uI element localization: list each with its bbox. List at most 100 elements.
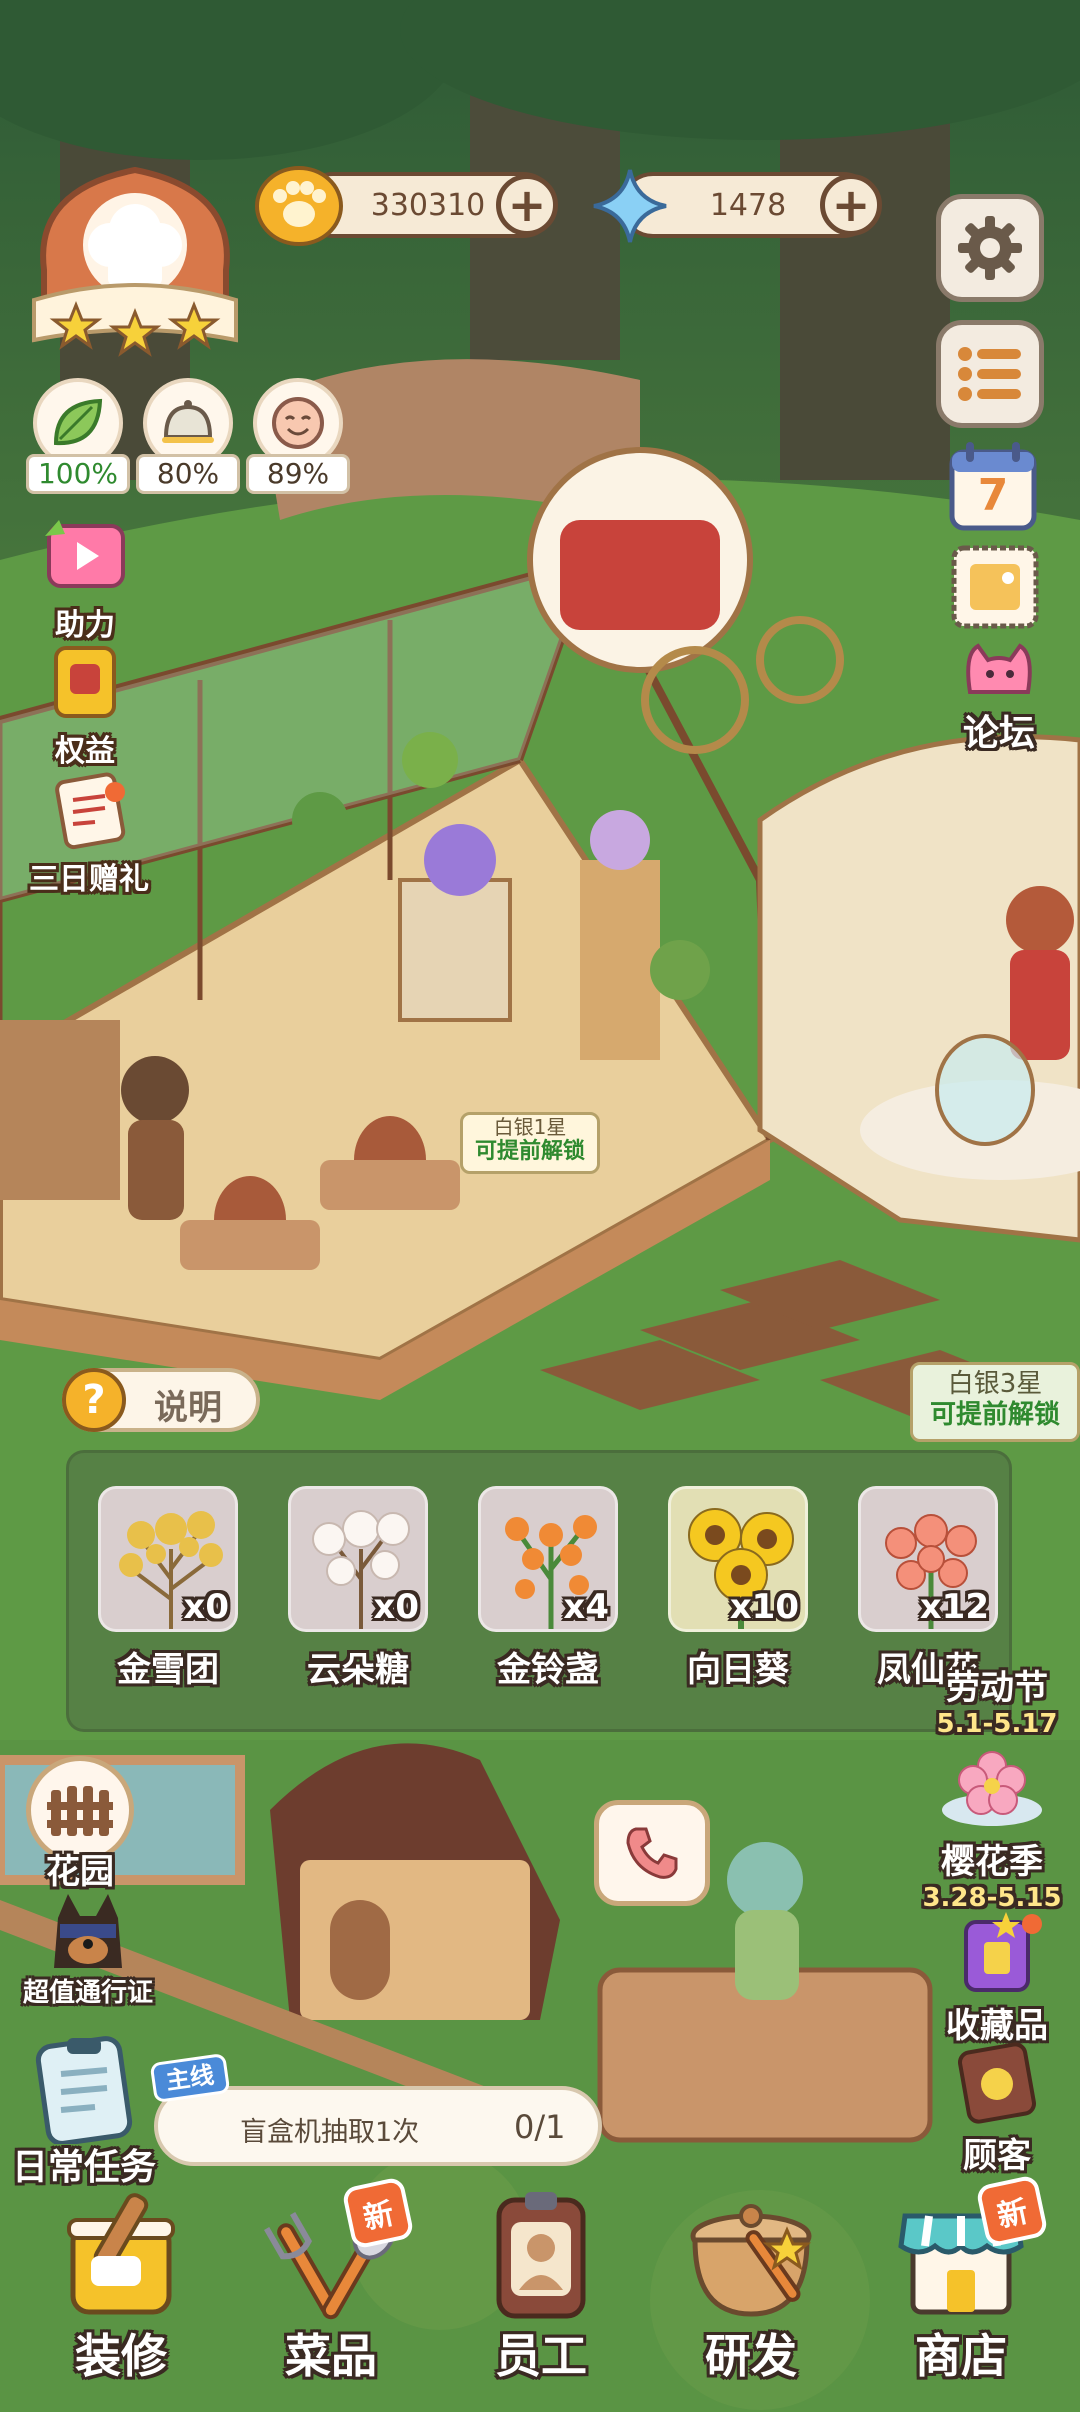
flower-name: 金铃盏 [497,1650,599,1690]
collection-cabinet-icon [964,1912,1042,1992]
unlock-tag-silver-1: 白银1星 可提前解锁 [460,1112,600,1174]
sakura-season-label: 樱花季 [941,1842,1043,1882]
flower-name: 金雪团 [117,1650,219,1690]
add-diamond-button[interactable]: + [820,174,882,236]
unlock-tag-sub: 可提前解锁 [474,1139,585,1164]
nav-decoration[interactable]: 装修 [36,2186,206,2386]
question-icon: ? [62,1368,126,1432]
quest-progress: 0/1 [514,2108,566,2146]
restaurant-level-badge[interactable] [24,150,246,372]
flower-card: x12 [858,1486,998,1632]
flower-card: x0 [288,1486,428,1632]
forum-button[interactable]: 论坛 [934,640,1064,756]
flower-qty: x10 [729,1587,799,1627]
labor-festival-event-button[interactable]: 劳动节 5.1-5.17 [914,1660,1080,1739]
benefits-icon [54,646,116,718]
settings-button[interactable] [936,194,1044,302]
photo-frame-button[interactable] [950,544,1040,630]
unlock-tag-silver-3: 白银3星 可提前解锁 [910,1362,1080,1442]
help-button[interactable]: ? 说明 [62,1368,260,1432]
cleanliness-value: 100% [26,454,130,494]
labor-festival-dates: 5.1-5.17 [936,1709,1058,1739]
flower-item-jinxuetuan[interactable]: x0 金雪团 [98,1486,238,1691]
paw-coin-icon [254,162,344,246]
cooking-pot-icon [681,2186,821,2326]
calendar-day: 7 [977,470,1009,521]
gift-scroll-icon [55,772,126,850]
three-day-gift-label: 三日赠礼 [29,862,149,897]
collection-button[interactable]: 收藏品 [932,1910,1062,2047]
diamond-icon [590,166,670,246]
fork-spoon-icon: 新 [261,2176,415,2326]
paint-bucket-icon [51,2186,191,2326]
value-pass-button[interactable]: 超值通行证 [8,1888,168,2009]
main-quest-bar[interactable]: 盲盒机抽取1次 0/1 [154,2086,602,2166]
new-badge: 新 [341,2176,415,2250]
flower-qty: x0 [183,1587,229,1627]
flower-name: 云朵糖 [307,1650,409,1690]
sakura-icon [942,1751,1042,1826]
help-label: 说明 [154,1388,222,1428]
cat-icon [966,643,1032,694]
list-icon [958,347,1021,401]
forum-label: 论坛 [962,713,1035,754]
storefront-icon: 新 [891,2174,1049,2326]
quest-text: 盲盒机抽取1次 [240,2117,420,2148]
flower-item-yunduotang[interactable]: x0 云朵糖 [288,1486,428,1691]
customers-button[interactable]: 顾客 [932,2040,1062,2177]
assist-label: 助力 [55,608,115,643]
nav-decoration-label: 装修 [75,2329,167,2383]
three-day-gift-button[interactable]: 三日赠礼 [14,770,164,898]
diamond-currency-value: 1478 [709,187,787,223]
photo-frame-icon [951,545,1039,629]
flower-qty: x0 [373,1587,419,1627]
garden-button[interactable]: 花园 [20,1756,140,1893]
benefits-button[interactable]: 权益 [20,642,150,770]
nav-research[interactable]: 研发 [666,2186,836,2386]
customer-book-icon [958,2042,1036,2124]
customers-label: 顾客 [963,2136,1031,2176]
daily-tasks-button[interactable]: 日常任务 [4,2034,164,2190]
satisfaction-value: 89% [246,454,350,494]
flower-card: x4 [478,1486,618,1632]
stat-food: 80% [136,378,240,494]
stat-cleanliness: 100% [26,378,130,494]
flower-item-jinlingzhan[interactable]: x4 金铃盏 [478,1486,618,1691]
nav-dishes[interactable]: 新 菜品 [246,2176,416,2386]
phone-call-button[interactable] [594,1800,710,1906]
unlock-tag-title: 白银1星 [493,1115,567,1139]
daily-tasks-label: 日常任务 [11,2147,156,2188]
clipboard-icon [35,2036,133,2146]
flower-qty: x4 [563,1587,609,1627]
unlock-tag-title: 白银3星 [947,1369,1043,1399]
stat-satisfaction: 89% [246,378,350,494]
dog-avatar-icon [54,1894,122,1968]
flower-qty: x12 [919,1587,989,1627]
sakura-season-dates: 3.28-5.15 [922,1883,1062,1913]
food-value: 80% [136,454,240,494]
assist-button[interactable]: 助力 [20,516,150,644]
nav-shop[interactable]: 新 商店 [876,2174,1049,2386]
value-pass-label: 超值通行证 [22,1978,153,2008]
gear-icon [958,216,1022,280]
sakura-season-event-button[interactable]: 樱花季 3.28-5.15 [904,1740,1080,1913]
nav-dishes-label: 菜品 [285,2329,377,2383]
flower-card: x0 [98,1486,238,1632]
flower-item-xiangrikui[interactable]: x10 向日葵 [668,1486,808,1691]
benefits-label: 权益 [55,734,115,769]
new-badge: 新 [975,2174,1049,2248]
flower-card: x10 [668,1486,808,1632]
nav-shop-label: 商店 [915,2329,1007,2383]
nav-staff[interactable]: 员工 [456,2186,626,2386]
staff-badge-icon [471,2186,611,2326]
chef-hat-icon [32,166,238,357]
video-icon [45,520,125,588]
flower-name: 向日葵 [687,1650,789,1690]
nav-research-label: 研发 [705,2329,797,2383]
list-menu-button[interactable] [936,320,1044,428]
labor-festival-label: 劳动节 [946,1668,1048,1708]
phone-icon [626,1827,678,1879]
calendar-button[interactable]: 7 [948,440,1038,532]
unlock-tag-sub: 可提前解锁 [929,1400,1060,1431]
add-paw-currency-button[interactable]: + [496,174,558,236]
